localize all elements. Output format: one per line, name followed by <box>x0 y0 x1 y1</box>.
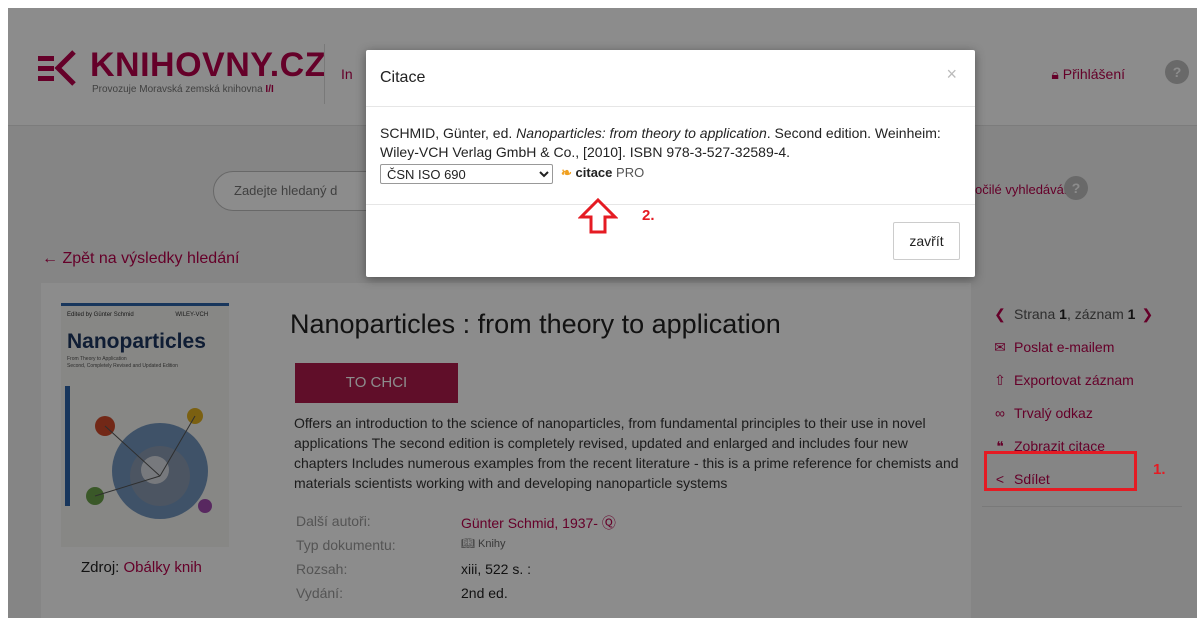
annotation-number-2: 2. <box>642 207 655 224</box>
citation-controls: ČSN ISO 690 ❧ citace PRO <box>380 164 960 186</box>
close-button[interactable]: zavřít <box>893 222 960 260</box>
citace-pro-logo[interactable]: ❧ citace PRO <box>561 165 644 181</box>
modal-body: SCHMID, Günter, ed. Nanoparticles: from … <box>380 124 960 186</box>
citation-text: SCHMID, Günter, ed. Nanoparticles: from … <box>380 125 941 160</box>
annotation-number-1: 1. <box>1153 461 1166 478</box>
citace-leaf-icon: ❧ <box>561 165 572 180</box>
modal-title: Citace <box>380 69 426 86</box>
annotation-arrow-icon <box>578 197 618 234</box>
modal-header: Citace × <box>366 50 975 107</box>
modal-footer-divider <box>366 204 975 205</box>
citation-style-select[interactable]: ČSN ISO 690 <box>380 164 553 184</box>
citation-modal: Citace × SCHMID, Günter, ed. Nanoparticl… <box>366 50 975 277</box>
annotation-highlight-box <box>984 451 1137 491</box>
close-icon[interactable]: × <box>946 64 957 85</box>
browser-viewport: KNIHOVNY.CZ Provozuje Moravská zemská kn… <box>8 8 1197 618</box>
